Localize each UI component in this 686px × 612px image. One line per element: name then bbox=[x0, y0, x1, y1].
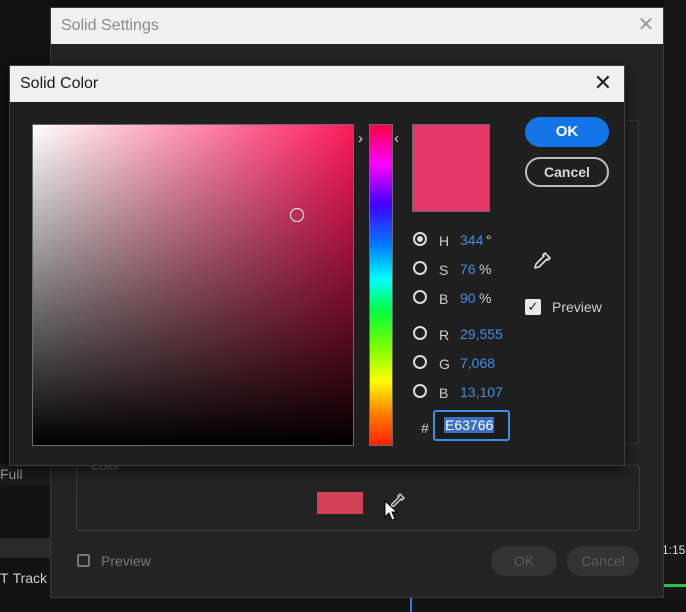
red-value[interactable]: 29,555 bbox=[460, 326, 503, 342]
blue-label: B bbox=[439, 385, 449, 401]
solid-settings-color-swatch[interactable] bbox=[317, 492, 363, 514]
saturation-brightness-field[interactable] bbox=[32, 124, 354, 446]
hue-slider[interactable] bbox=[369, 124, 393, 446]
solid-settings-panel-frame bbox=[625, 120, 639, 444]
brightness-label: B bbox=[439, 291, 449, 307]
mouse-cursor-icon bbox=[384, 500, 399, 521]
cancel-button[interactable]: Cancel bbox=[525, 157, 609, 187]
eyedropper-icon[interactable] bbox=[529, 250, 553, 274]
background-right-panel bbox=[664, 0, 686, 612]
hue-label: H bbox=[439, 233, 450, 249]
ok-button[interactable]: OK bbox=[525, 117, 609, 147]
brightness-value[interactable]: 90 bbox=[460, 290, 476, 306]
solid-color-title: Solid Color bbox=[20, 75, 99, 92]
blue-value[interactable]: 13,107 bbox=[460, 384, 503, 400]
radio-blue[interactable] bbox=[413, 384, 427, 398]
hue-slider-left-arrow-icon[interactable]: › bbox=[358, 130, 363, 147]
saturation-unit: % bbox=[479, 261, 492, 277]
solid-settings-preview-checkbox[interactable] bbox=[77, 554, 90, 567]
background-full-label: Full bbox=[0, 464, 50, 486]
radio-saturation[interactable] bbox=[413, 261, 427, 275]
background-timecode: 1:15 bbox=[662, 543, 686, 557]
hex-color-value: E63766 bbox=[444, 417, 495, 433]
solid-color-dialog: Solid Color ✕ › ‹ H 344 ° S 76 % B 90 % … bbox=[9, 65, 625, 466]
solid-settings-title: Solid Settings bbox=[61, 17, 159, 34]
new-color-preview bbox=[412, 124, 490, 212]
radio-brightness[interactable] bbox=[413, 290, 427, 304]
color-picker-marker[interactable] bbox=[290, 208, 304, 222]
solid-settings-ok-button[interactable]: OK bbox=[491, 546, 557, 576]
solid-settings-titlebar[interactable]: Solid Settings ✕ bbox=[51, 8, 663, 44]
hue-unit: ° bbox=[486, 232, 492, 248]
background-track-t: T bbox=[0, 570, 9, 586]
hex-hash-label: # bbox=[421, 420, 429, 436]
hue-value[interactable]: 344 bbox=[460, 232, 483, 248]
saturation-value[interactable]: 76 bbox=[460, 261, 476, 277]
radio-red[interactable] bbox=[413, 326, 427, 340]
background-layer-bar bbox=[0, 538, 50, 558]
radio-hue[interactable] bbox=[413, 232, 427, 246]
hex-color-input[interactable]: E63766 bbox=[433, 410, 510, 441]
preview-checkbox[interactable]: ✓ bbox=[525, 299, 541, 315]
solid-settings-preview-label: Preview bbox=[101, 553, 151, 569]
background-track-indicator bbox=[664, 584, 686, 587]
background-playhead bbox=[410, 598, 412, 612]
hue-slider-right-arrow-icon[interactable]: ‹ bbox=[394, 130, 399, 147]
background-track-label: Track bbox=[12, 570, 48, 586]
brightness-unit: % bbox=[479, 290, 492, 306]
radio-green[interactable] bbox=[413, 355, 427, 369]
saturation-label: S bbox=[439, 262, 449, 278]
solid-color-titlebar[interactable]: Solid Color ✕ bbox=[10, 66, 624, 102]
red-label: R bbox=[439, 327, 450, 343]
solid-settings-close-icon[interactable]: ✕ bbox=[635, 14, 657, 36]
solid-color-close-icon[interactable]: ✕ bbox=[592, 72, 614, 94]
preview-label: Preview bbox=[552, 299, 602, 315]
background-track-row: T Track bbox=[0, 570, 50, 596]
solid-settings-cancel-button[interactable]: Cancel bbox=[567, 546, 639, 576]
background-timeline bbox=[50, 598, 686, 612]
green-label: G bbox=[439, 356, 450, 372]
green-value[interactable]: 7,068 bbox=[460, 355, 495, 371]
